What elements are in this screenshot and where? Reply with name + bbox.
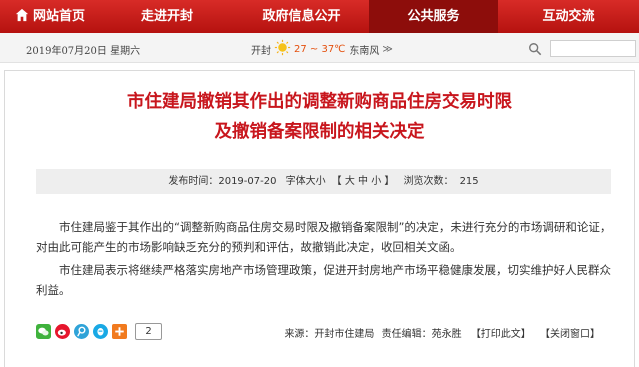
nav-gov-info[interactable]: 政府信息公开 <box>234 0 369 33</box>
nav-home-label: 网站首页 <box>32 9 85 24</box>
weibo-share-icon[interactable] <box>55 324 70 339</box>
nav-home[interactable]: 网站首页 <box>0 0 100 33</box>
nav-zoujin-label: 走进开封 <box>140 9 193 24</box>
share-bar: 2 <box>36 323 162 340</box>
nav-public-service-label: 公共服务 <box>407 9 460 24</box>
search-input[interactable] <box>550 40 636 57</box>
share-count-badge: 2 <box>135 323 162 340</box>
print-article-link[interactable]: 【打印此文】 <box>471 329 531 340</box>
top-nav: 网站首页 走进开封 政府信息公开 公共服务 互动交流 <box>0 0 639 33</box>
wechat-share-icon[interactable] <box>36 324 51 339</box>
home-icon <box>15 8 29 22</box>
article-footer-meta: 来源：开封市住建局 责任编辑：苑永胜 【打印此文】 【关闭窗口】 <box>284 325 600 340</box>
weather-wind: 东南风 <box>349 46 380 57</box>
nav-interaction[interactable]: 互动交流 <box>498 0 639 33</box>
article-title-line-2: 及撤销备案限制的相关决定 <box>214 122 425 142</box>
article-panel: 市住建局撤销其作出的调整新购商品住房交易时限 及撤销备案限制的相关决定 发布时间… <box>4 70 635 367</box>
weather-city: 开封 <box>251 46 271 57</box>
more-share-icon[interactable] <box>112 324 127 339</box>
search-box <box>528 40 636 57</box>
font-size-label: 字体大小 <box>285 176 326 187</box>
article-title-line-1: 市住建局撤销其作出的调整新购商品住房交易时限 <box>127 92 512 112</box>
views-label: 浏览次数： <box>403 176 454 187</box>
weather-more-link[interactable]: ≫ <box>382 44 392 55</box>
font-size-switcher[interactable]: 【 大 中 小 】 <box>332 176 395 187</box>
tencent-weibo-share-icon[interactable] <box>74 324 89 339</box>
info-bar: 2019年07月20日 星期六 开封 27 ~ 37℃ 东南风 ≫ <box>0 33 639 63</box>
article-title: 市住建局撤销其作出的调整新购商品住房交易时限 及撤销备案限制的相关决定 <box>5 87 634 147</box>
weather-temp: 27 ~ 37℃ <box>294 44 346 55</box>
publish-date: 2019-07-20 <box>218 176 277 187</box>
search-icon[interactable] <box>528 42 542 56</box>
sun-icon <box>274 39 291 56</box>
current-date: 2019年07月20日 星期六 <box>26 46 141 57</box>
article-source: 来源：开封市住建局 <box>284 329 375 340</box>
views-count: 215 <box>459 176 479 187</box>
weather-widget: 开封 27 ~ 37℃ 东南风 ≫ <box>251 39 393 57</box>
article-body: 市住建局鉴于其作出的“调整新购商品住房交易时限及撤销备案限制”的决定，未进行充分… <box>36 217 616 303</box>
publish-label: 发布时间： <box>168 176 219 187</box>
article-editor: 责任编辑：苑永胜 <box>381 329 462 340</box>
qq-share-icon[interactable] <box>93 324 108 339</box>
nav-gov-info-label: 政府信息公开 <box>262 9 341 24</box>
article-paragraph-1: 市住建局鉴于其作出的“调整新购商品住房交易时限及撤销备案限制”的决定，未进行充分… <box>36 220 612 254</box>
nav-zoujin[interactable]: 走进开封 <box>100 0 234 33</box>
article-meta-bar: 发布时间：2019-07-20 字体大小【 大 中 小 】 浏览次数： 215 <box>36 169 611 194</box>
article-paragraph-2: 市住建局表示将继续严格落实房地产市场管理政策，促进开封房地产市场平稳健康发展，切… <box>36 263 611 297</box>
close-window-link[interactable]: 【关闭窗口】 <box>540 329 600 340</box>
nav-interaction-label: 互动交流 <box>542 9 595 24</box>
nav-public-service[interactable]: 公共服务 <box>369 0 498 33</box>
